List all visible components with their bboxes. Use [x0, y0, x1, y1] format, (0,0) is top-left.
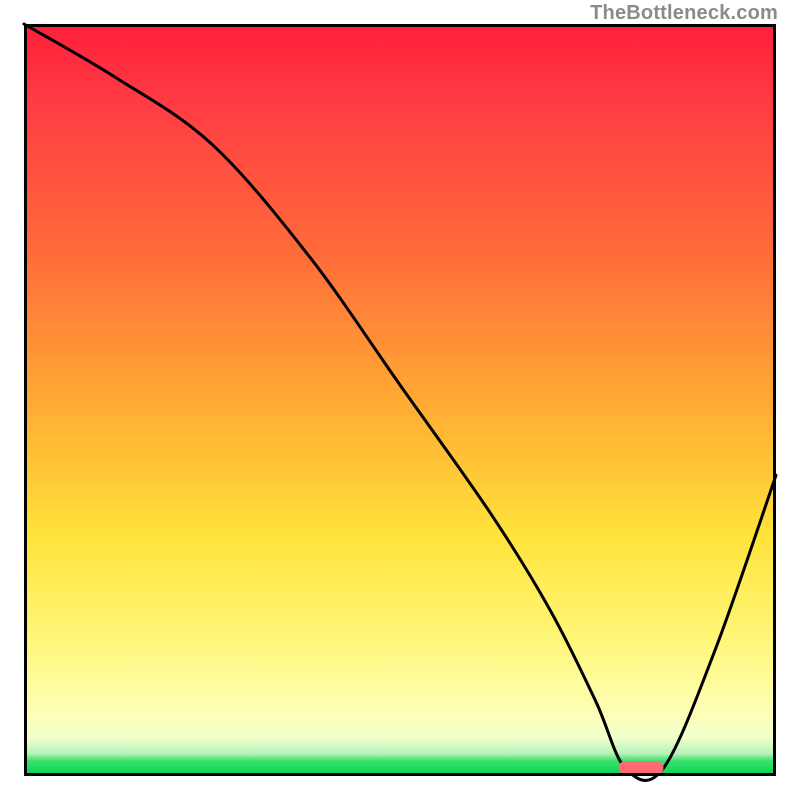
minimum-marker — [618, 761, 663, 775]
gradient-background — [24, 24, 776, 776]
watermark-text: TheBottleneck.com — [590, 2, 778, 25]
chart-canvas: TheBottleneck.com — [0, 0, 800, 800]
